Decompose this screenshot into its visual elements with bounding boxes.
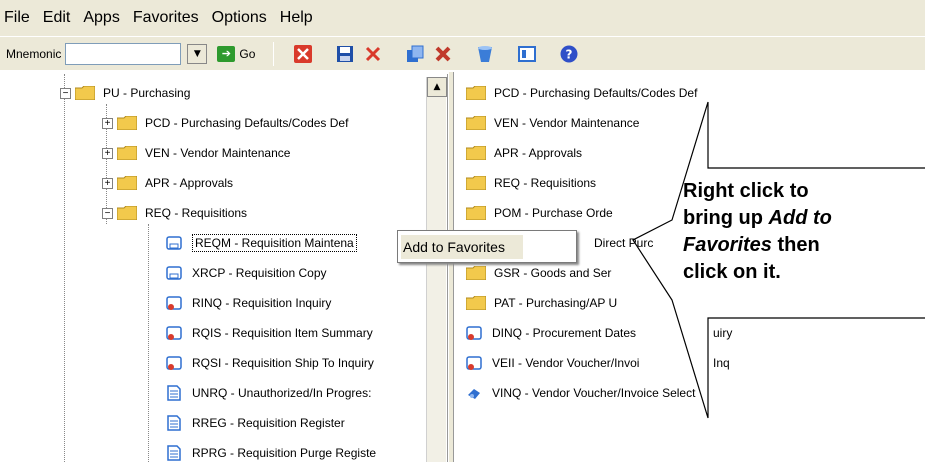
- tree-node-ven[interactable]: + VEN - Vendor Maintenance: [102, 138, 290, 168]
- go-arrow-icon: ➔: [217, 45, 236, 62]
- tree-leaf-rprg[interactable]: RPRG - Requisition Purge Registe: [166, 438, 376, 462]
- form-icon: [166, 266, 182, 280]
- tree-node-pcd[interactable]: + PCD - Purchasing Defaults/Codes Def: [102, 108, 348, 138]
- menu-bar: File Edit Apps Favorites Options Help: [0, 0, 925, 36]
- folder-icon: [466, 206, 486, 220]
- tree-leaf-unrq[interactable]: UNRQ - Unauthorized/In Progres:: [166, 378, 371, 408]
- report-icon: [167, 445, 181, 461]
- tree-line: [148, 224, 149, 462]
- callout-line-2: bring up Add to: [683, 207, 832, 229]
- delete-icon[interactable]: [362, 43, 384, 65]
- scroll-up-button[interactable]: ▲: [427, 77, 447, 97]
- folder-icon: [466, 146, 486, 160]
- menu-file[interactable]: File: [4, 9, 30, 27]
- folder-icon: [466, 86, 486, 100]
- mnemonic-input[interactable]: [65, 42, 182, 65]
- inquiry-icon: [466, 326, 482, 340]
- menu-options[interactable]: Options: [212, 9, 267, 27]
- tree-label: APR - Approvals: [145, 176, 234, 190]
- expand-icon[interactable]: +: [102, 177, 113, 189]
- folder-icon: [466, 116, 486, 130]
- report-icon: [167, 385, 181, 401]
- inquiry-icon: [466, 356, 482, 370]
- callout-line-1: Right click to: [683, 180, 809, 202]
- folder-icon: [117, 116, 137, 130]
- tree-leaf-xrcp[interactable]: XRCP - Requisition Copy: [166, 258, 327, 288]
- folder-icon: [466, 296, 486, 310]
- expand-icon[interactable]: +: [102, 117, 113, 129]
- tree-label: VEN - Vendor Maintenance: [145, 146, 291, 160]
- tree-label: REQ - Requisitions: [145, 206, 248, 220]
- menu-edit[interactable]: Edit: [43, 9, 71, 27]
- folder-icon: [117, 146, 137, 160]
- tree-label: XRCP - Requisition Copy: [192, 266, 327, 280]
- folder-icon: [75, 86, 95, 100]
- chevron-down-icon: ▼: [193, 48, 201, 59]
- close-x-icon[interactable]: [292, 43, 314, 65]
- toolbar: Mnemonic ▼ ➔ Go ?: [0, 36, 925, 70]
- tree-node-req[interactable]: − REQ - Requisitions: [102, 198, 247, 228]
- tree-leaf-reqm[interactable]: REQM - Requisition Maintena: [166, 228, 357, 258]
- tree-node-root[interactable]: − PU - Purchasing: [60, 78, 190, 108]
- folder-icon: [117, 206, 137, 220]
- go-button[interactable]: ➔ Go: [217, 45, 256, 62]
- list-item-label: PCD - Purchasing Defaults/Codes Def: [494, 86, 698, 100]
- folder-icon: [466, 266, 486, 280]
- tree-label: REQM - Requisition Maintena: [192, 234, 357, 252]
- copy-icon[interactable]: [404, 43, 426, 65]
- tree-label: RQSI - Requisition Ship To Inquiry: [192, 356, 374, 370]
- collapse-icon[interactable]: −: [102, 207, 113, 219]
- remove-icon[interactable]: [432, 43, 454, 65]
- collapse-icon[interactable]: −: [60, 87, 71, 99]
- chevron-up-icon: ▲: [433, 82, 441, 92]
- inquiry-icon: [166, 356, 182, 370]
- select-icon: [468, 389, 480, 399]
- tree-label: RINQ - Requisition Inquiry: [192, 296, 332, 310]
- context-menu: Add to Favorites: [397, 230, 577, 263]
- pane-splitter[interactable]: [448, 72, 454, 462]
- folder-icon: [466, 176, 486, 190]
- tree-label: RPRG - Requisition Purge Registe: [192, 446, 377, 460]
- form-icon: [166, 236, 182, 250]
- callout-line-3: Favorites then: [683, 234, 820, 256]
- menu-help[interactable]: Help: [280, 9, 313, 27]
- tree-leaf-rinq[interactable]: RINQ - Requisition Inquiry: [166, 288, 331, 318]
- callout-text: Right click to bring up Add to Favorites…: [683, 178, 883, 286]
- add-to-favorites-menu-item[interactable]: Add to Favorites: [401, 234, 523, 259]
- tree-leaf-rreg[interactable]: RREG - Requisition Register: [166, 408, 345, 438]
- report-icon: [167, 415, 181, 431]
- tree-label: UNRQ - Unauthorized/In Progres:: [192, 386, 372, 400]
- menu-favorites[interactable]: Favorites: [133, 9, 199, 27]
- tree-line: [64, 74, 65, 462]
- callout-line-4: click on it.: [683, 261, 781, 283]
- clear-icon[interactable]: [474, 43, 496, 65]
- expand-icon[interactable]: +: [102, 147, 113, 159]
- save-icon[interactable]: [334, 43, 356, 65]
- mnemonic-dropdown-button[interactable]: ▼: [187, 43, 208, 64]
- tree-label: PCD - Purchasing Defaults/Codes Def: [145, 116, 349, 130]
- mnemonic-label: Mnemonic: [6, 46, 62, 61]
- toolbar-separator: [273, 41, 275, 66]
- svg-text:?: ?: [566, 47, 573, 61]
- menu-apps[interactable]: Apps: [83, 9, 119, 27]
- tree-leaf-rqsi[interactable]: RQSI - Requisition Ship To Inquiry: [166, 348, 374, 378]
- view-icon[interactable]: [516, 43, 538, 65]
- left-vertical-scrollbar[interactable]: ▲: [426, 77, 447, 462]
- inquiry-icon: [166, 326, 182, 340]
- inquiry-icon: [166, 296, 182, 310]
- folder-icon: [117, 176, 137, 190]
- tree-node-apr[interactable]: + APR - Approvals: [102, 168, 233, 198]
- tree-label: RREG - Requisition Register: [192, 416, 345, 430]
- go-label: Go: [239, 46, 256, 61]
- tree-label: PU - Purchasing: [103, 86, 191, 100]
- help-icon[interactable]: ?: [558, 43, 580, 65]
- tree-label: RQIS - Requisition Item Summary: [192, 326, 373, 340]
- tree-leaf-rqis[interactable]: RQIS - Requisition Item Summary: [166, 318, 373, 348]
